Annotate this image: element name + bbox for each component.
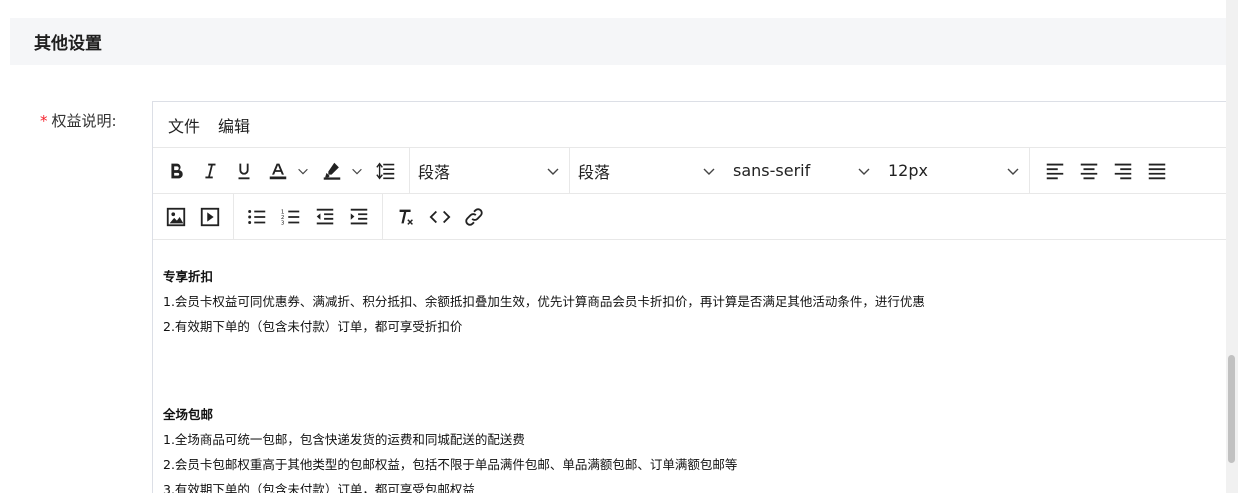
align-left-icon xyxy=(1046,163,1064,179)
font-size-select[interactable]: 12px xyxy=(880,148,1030,193)
outdent-button[interactable] xyxy=(308,200,342,234)
page-scrollbar-thumb[interactable] xyxy=(1228,355,1235,463)
clear-format-button[interactable] xyxy=(389,200,423,234)
chevron-down-icon xyxy=(298,168,308,174)
bullet-list-icon xyxy=(248,209,266,224)
chevron-down-icon xyxy=(858,168,870,175)
blank-space xyxy=(163,339,1228,402)
paragraph-value: 段落 xyxy=(578,162,611,182)
align-right-button[interactable] xyxy=(1106,154,1140,188)
align-justify-button[interactable] xyxy=(1140,154,1174,188)
required-mark: * xyxy=(40,111,48,130)
chevron-down-icon xyxy=(703,168,715,175)
misc-group xyxy=(383,194,497,239)
bullet-list-button[interactable] xyxy=(240,200,274,234)
editor-menubar: 文件 编辑 xyxy=(153,102,1238,148)
align-group xyxy=(1030,148,1180,193)
line-height-icon xyxy=(376,162,395,179)
highlighter-icon xyxy=(323,162,341,180)
code-icon xyxy=(429,210,451,223)
chevron-down-icon xyxy=(352,168,362,174)
text-color-icon xyxy=(269,163,287,179)
bold-button[interactable] xyxy=(159,154,193,188)
image-icon xyxy=(166,207,186,226)
indent-icon xyxy=(350,208,368,224)
highlight-color-dropdown[interactable] xyxy=(349,164,365,178)
insert-link-button[interactable] xyxy=(457,200,491,234)
editor-content[interactable]: 专享折扣 1.会员卡权益可同优惠券、满减折、积分抵扣、余额抵扣叠加生效，优先计算… xyxy=(153,240,1238,493)
paragraph-select[interactable]: 段落 xyxy=(570,148,725,193)
shipping-title: 全场包邮 xyxy=(163,407,214,422)
numbered-list-icon: 123 xyxy=(281,209,300,226)
shipping-line-3: 3.有效期下单的（包含未付款）订单，都可享受包邮权益 xyxy=(163,482,475,493)
clear-format-icon xyxy=(399,209,413,225)
bold-icon xyxy=(171,163,183,178)
toolbar-row-1: 段落 段落 sans-serif 12px xyxy=(153,148,1238,194)
section-title: 其他设置 xyxy=(34,34,102,54)
source-code-button[interactable] xyxy=(423,200,457,234)
align-left-button[interactable] xyxy=(1038,154,1072,188)
discount-title: 专享折扣 xyxy=(163,269,214,284)
insert-video-button[interactable] xyxy=(193,200,227,234)
menu-file[interactable]: 文件 xyxy=(168,113,200,137)
numbered-list-button[interactable]: 123 xyxy=(274,200,308,234)
align-center-icon xyxy=(1080,163,1098,179)
align-center-button[interactable] xyxy=(1072,154,1106,188)
format-group xyxy=(153,148,410,193)
shipping-line-1: 1.全场商品可统一包邮，包含快递发货的运费和同城配送的配送费 xyxy=(163,432,525,447)
rich-text-editor: 文件 编辑 段落 段落 sans-serif 12px 1 2 3 专享折扣 1… xyxy=(152,101,1238,493)
font-family-value: sans-serif xyxy=(733,161,811,180)
align-right-icon xyxy=(1114,163,1132,179)
underline-button[interactable] xyxy=(227,154,261,188)
svg-text:3: 3 xyxy=(281,220,285,226)
text-color-dropdown[interactable] xyxy=(295,164,311,178)
text-color-button[interactable] xyxy=(261,154,295,188)
field-label-text: 权益说明: xyxy=(51,112,117,130)
list-group: 123 xyxy=(234,194,383,239)
insert-image-button[interactable] xyxy=(159,200,193,234)
font-size-value: 12px xyxy=(888,161,928,180)
section-header: 其他设置 xyxy=(10,18,1226,65)
align-justify-icon xyxy=(1148,163,1166,179)
link-icon xyxy=(465,207,483,226)
line-height-button[interactable] xyxy=(369,154,403,188)
chevron-down-icon xyxy=(547,168,559,175)
italic-icon xyxy=(205,163,216,178)
block-format-value: 段落 xyxy=(418,162,451,182)
shipping-line-2: 2.会员卡包邮权重高于其他类型的包邮权益，包括不限于单品满件包邮、单品满额包邮、… xyxy=(163,457,738,472)
field-label: * 权益说明: xyxy=(40,110,117,131)
toolbar-row-2: 123 xyxy=(153,194,1238,240)
media-group xyxy=(153,194,234,239)
block-format-select[interactable]: 段落 xyxy=(410,148,570,193)
highlight-color-button[interactable] xyxy=(315,154,349,188)
indent-button[interactable] xyxy=(342,200,376,234)
discount-line-2: 2.有效期下单的（包含未付款）订单，都可享受折扣价 xyxy=(163,319,463,334)
chevron-down-icon xyxy=(1007,168,1019,175)
italic-button[interactable] xyxy=(193,154,227,188)
discount-line-1: 1.会员卡权益可同优惠券、满减折、积分抵扣、余额抵扣叠加生效，优先计算商品会员卡… xyxy=(163,294,925,309)
font-family-select[interactable]: sans-serif xyxy=(725,148,880,193)
menu-edit[interactable]: 编辑 xyxy=(218,113,250,137)
outdent-icon xyxy=(316,208,334,224)
video-icon xyxy=(200,207,220,226)
underline-icon xyxy=(238,163,250,179)
